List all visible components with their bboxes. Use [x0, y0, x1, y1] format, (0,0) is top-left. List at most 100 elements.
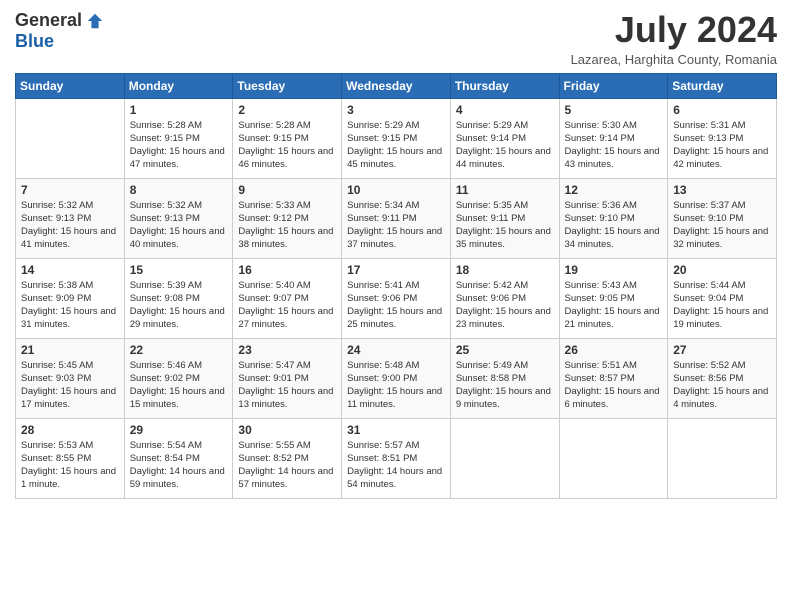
calendar-cell: 21 Sunrise: 5:45 AM Sunset: 9:03 PM Dayli…	[16, 338, 125, 418]
calendar-cell: 20 Sunrise: 5:44 AM Sunset: 9:04 PM Dayli…	[668, 258, 777, 338]
calendar-cell: 31 Sunrise: 5:57 AM Sunset: 8:51 PM Dayli…	[342, 418, 451, 498]
day-info: Sunrise: 5:41 AM Sunset: 9:06 PM Dayligh…	[347, 279, 445, 332]
day-number: 2	[238, 103, 336, 117]
calendar-cell: 10 Sunrise: 5:34 AM Sunset: 9:11 PM Dayli…	[342, 178, 451, 258]
day-number: 31	[347, 423, 445, 437]
day-info: Sunrise: 5:33 AM Sunset: 9:12 PM Dayligh…	[238, 199, 336, 252]
day-number: 26	[565, 343, 663, 357]
day-number: 29	[130, 423, 228, 437]
calendar-cell: 4 Sunrise: 5:29 AM Sunset: 9:14 PM Daylig…	[450, 98, 559, 178]
day-info: Sunrise: 5:57 AM Sunset: 8:51 PM Dayligh…	[347, 439, 445, 492]
day-info: Sunrise: 5:43 AM Sunset: 9:05 PM Dayligh…	[565, 279, 663, 332]
day-info: Sunrise: 5:48 AM Sunset: 9:00 PM Dayligh…	[347, 359, 445, 412]
day-number: 18	[456, 263, 554, 277]
calendar-cell: 22 Sunrise: 5:46 AM Sunset: 9:02 PM Dayli…	[124, 338, 233, 418]
day-number: 7	[21, 183, 119, 197]
calendar-cell: 9 Sunrise: 5:33 AM Sunset: 9:12 PM Daylig…	[233, 178, 342, 258]
calendar-cell: 19 Sunrise: 5:43 AM Sunset: 9:05 PM Dayli…	[559, 258, 668, 338]
calendar-cell: 27 Sunrise: 5:52 AM Sunset: 8:56 PM Dayli…	[668, 338, 777, 418]
day-info: Sunrise: 5:47 AM Sunset: 9:01 PM Dayligh…	[238, 359, 336, 412]
calendar-cell: 29 Sunrise: 5:54 AM Sunset: 8:54 PM Dayli…	[124, 418, 233, 498]
logo-blue-text: Blue	[15, 31, 54, 51]
calendar-header-tuesday: Tuesday	[233, 73, 342, 98]
calendar-cell: 24 Sunrise: 5:48 AM Sunset: 9:00 PM Dayli…	[342, 338, 451, 418]
day-info: Sunrise: 5:53 AM Sunset: 8:55 PM Dayligh…	[21, 439, 119, 492]
calendar-cell: 28 Sunrise: 5:53 AM Sunset: 8:55 PM Dayli…	[16, 418, 125, 498]
calendar-header-sunday: Sunday	[16, 73, 125, 98]
calendar-cell: 18 Sunrise: 5:42 AM Sunset: 9:06 PM Dayli…	[450, 258, 559, 338]
day-info: Sunrise: 5:55 AM Sunset: 8:52 PM Dayligh…	[238, 439, 336, 492]
day-number: 13	[673, 183, 771, 197]
calendar-cell: 1Sunrise: 5:28 AM Sunset: 9:15 PM Daylig…	[124, 98, 233, 178]
calendar-week-2: 7 Sunrise: 5:32 AM Sunset: 9:13 PM Daylig…	[16, 178, 777, 258]
calendar-cell: 14Sunrise: 5:38 AM Sunset: 9:09 PM Dayli…	[16, 258, 125, 338]
calendar-cell: 30 Sunrise: 5:55 AM Sunset: 8:52 PM Dayli…	[233, 418, 342, 498]
logo: General Blue	[15, 10, 104, 52]
calendar-week-4: 21 Sunrise: 5:45 AM Sunset: 9:03 PM Dayli…	[16, 338, 777, 418]
calendar-cell: 12Sunrise: 5:36 AM Sunset: 9:10 PM Dayli…	[559, 178, 668, 258]
day-number: 8	[130, 183, 228, 197]
day-info: Sunrise: 5:32 AM Sunset: 9:13 PM Dayligh…	[130, 199, 228, 252]
day-info: Sunrise: 5:30 AM Sunset: 9:14 PM Dayligh…	[565, 119, 663, 172]
day-number: 19	[565, 263, 663, 277]
day-number: 1	[130, 103, 228, 117]
day-number: 3	[347, 103, 445, 117]
day-info: Sunrise: 5:45 AM Sunset: 9:03 PM Dayligh…	[21, 359, 119, 412]
day-info: Sunrise: 5:35 AM Sunset: 9:11 PM Dayligh…	[456, 199, 554, 252]
calendar-cell	[450, 418, 559, 498]
calendar-cell: 25Sunrise: 5:49 AM Sunset: 8:58 PM Dayli…	[450, 338, 559, 418]
calendar-header-row: SundayMondayTuesdayWednesdayThursdayFrid…	[16, 73, 777, 98]
day-number: 14	[21, 263, 119, 277]
day-number: 27	[673, 343, 771, 357]
calendar-header-thursday: Thursday	[450, 73, 559, 98]
calendar-header-saturday: Saturday	[668, 73, 777, 98]
day-number: 5	[565, 103, 663, 117]
calendar-header-wednesday: Wednesday	[342, 73, 451, 98]
day-info: Sunrise: 5:42 AM Sunset: 9:06 PM Dayligh…	[456, 279, 554, 332]
day-number: 10	[347, 183, 445, 197]
day-info: Sunrise: 5:31 AM Sunset: 9:13 PM Dayligh…	[673, 119, 771, 172]
calendar-cell: 5 Sunrise: 5:30 AM Sunset: 9:14 PM Daylig…	[559, 98, 668, 178]
day-info: Sunrise: 5:40 AM Sunset: 9:07 PM Dayligh…	[238, 279, 336, 332]
header: General Blue July 2024 Lazarea, Harghita…	[15, 10, 777, 67]
calendar-cell: 16Sunrise: 5:40 AM Sunset: 9:07 PM Dayli…	[233, 258, 342, 338]
month-title: July 2024	[571, 10, 777, 50]
calendar-week-5: 28 Sunrise: 5:53 AM Sunset: 8:55 PM Dayli…	[16, 418, 777, 498]
day-number: 30	[238, 423, 336, 437]
calendar-cell: 26Sunrise: 5:51 AM Sunset: 8:57 PM Dayli…	[559, 338, 668, 418]
calendar-header-friday: Friday	[559, 73, 668, 98]
title-block: July 2024 Lazarea, Harghita County, Roma…	[571, 10, 777, 67]
calendar-header-monday: Monday	[124, 73, 233, 98]
day-number: 21	[21, 343, 119, 357]
day-number: 12	[565, 183, 663, 197]
calendar-week-3: 14Sunrise: 5:38 AM Sunset: 9:09 PM Dayli…	[16, 258, 777, 338]
calendar-cell	[668, 418, 777, 498]
calendar-cell	[559, 418, 668, 498]
day-info: Sunrise: 5:54 AM Sunset: 8:54 PM Dayligh…	[130, 439, 228, 492]
day-number: 28	[21, 423, 119, 437]
day-number: 20	[673, 263, 771, 277]
calendar: SundayMondayTuesdayWednesdayThursdayFrid…	[15, 73, 777, 499]
day-info: Sunrise: 5:32 AM Sunset: 9:13 PM Dayligh…	[21, 199, 119, 252]
day-info: Sunrise: 5:37 AM Sunset: 9:10 PM Dayligh…	[673, 199, 771, 252]
calendar-cell: 8 Sunrise: 5:32 AM Sunset: 9:13 PM Daylig…	[124, 178, 233, 258]
day-info: Sunrise: 5:49 AM Sunset: 8:58 PM Dayligh…	[456, 359, 554, 412]
day-number: 9	[238, 183, 336, 197]
day-info: Sunrise: 5:28 AM Sunset: 9:15 PM Dayligh…	[238, 119, 336, 172]
calendar-cell: 11Sunrise: 5:35 AM Sunset: 9:11 PM Dayli…	[450, 178, 559, 258]
day-info: Sunrise: 5:46 AM Sunset: 9:02 PM Dayligh…	[130, 359, 228, 412]
calendar-cell: 7 Sunrise: 5:32 AM Sunset: 9:13 PM Daylig…	[16, 178, 125, 258]
calendar-cell: 15Sunrise: 5:39 AM Sunset: 9:08 PM Dayli…	[124, 258, 233, 338]
calendar-week-1: 1 Sunrise: 5:28 AM Sunset: 9:15 PM Daylig…	[16, 98, 777, 178]
day-number: 4	[456, 103, 554, 117]
calendar-cell	[16, 98, 125, 178]
day-info: Sunrise: 5:44 AM Sunset: 9:04 PM Dayligh…	[673, 279, 771, 332]
day-info: Sunrise: 5:34 AM Sunset: 9:11 PM Dayligh…	[347, 199, 445, 252]
calendar-cell: 2 Sunrise: 5:28 AM Sunset: 9:15 PM Daylig…	[233, 98, 342, 178]
day-number: 24	[347, 343, 445, 357]
calendar-cell: 23Sunrise: 5:47 AM Sunset: 9:01 PM Dayli…	[233, 338, 342, 418]
day-info: Sunrise: 5:29 AM Sunset: 9:14 PM Dayligh…	[456, 119, 554, 172]
day-number: 22	[130, 343, 228, 357]
day-info: Sunrise: 5:52 AM Sunset: 8:56 PM Dayligh…	[673, 359, 771, 412]
logo-general-text: General	[15, 10, 82, 31]
